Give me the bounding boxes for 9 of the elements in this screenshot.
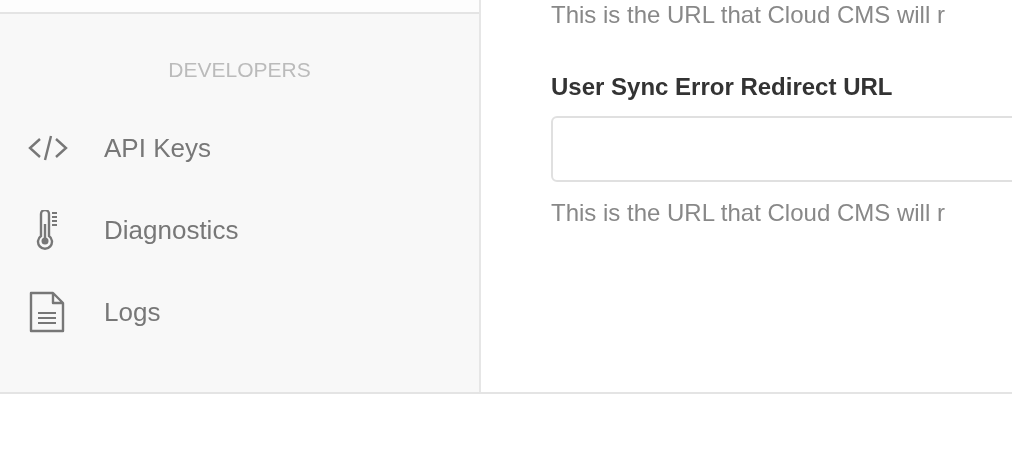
sidebar-item[interactable]: API Keys	[0, 107, 211, 189]
help-text: This is the URL that Cloud CMS will r	[551, 1, 945, 29]
help-text: This is the URL that Cloud CMS will r	[551, 199, 945, 227]
sidebar-item[interactable]: Diagnostics	[0, 189, 239, 271]
sidebar-item[interactable]: Logs	[0, 271, 161, 353]
url-input-field[interactable]	[551, 116, 1012, 182]
code-icon	[26, 133, 70, 163]
section-title: DEVELOPERS	[168, 58, 311, 82]
field-label: User Sync Error Redirect URL	[551, 72, 893, 102]
